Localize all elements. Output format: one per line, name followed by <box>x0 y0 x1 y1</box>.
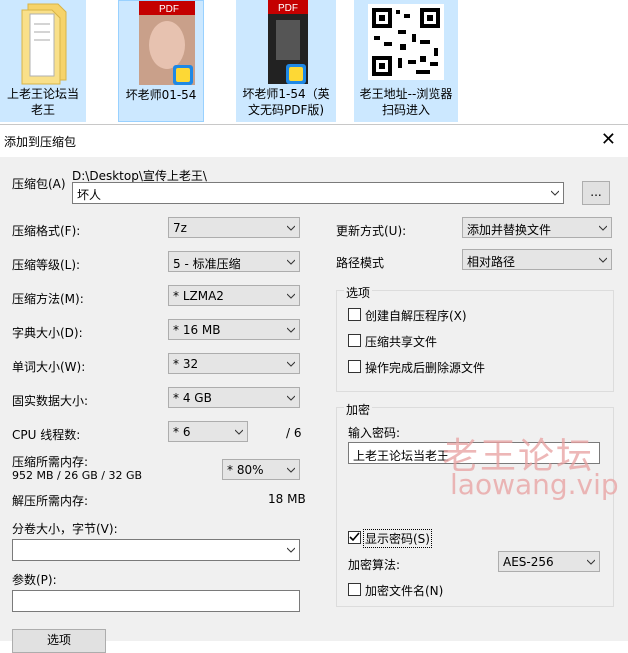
memory-detail: 952 MB / 26 GB / 32 GB <box>12 469 143 482</box>
method-value: * LZMA2 <box>173 289 224 303</box>
dictionary-select[interactable]: * 16 MB <box>168 319 300 340</box>
word-size-select[interactable]: * 32 <box>168 353 300 374</box>
delete-after-checkbox[interactable] <box>348 360 361 373</box>
word-size-value: * 32 <box>173 357 199 371</box>
encrypt-names-label: 加密文件名(N) <box>365 584 444 598</box>
qr-code-icon <box>368 4 444 80</box>
decompress-memory-label: 解压所需内存: <box>12 494 89 508</box>
chevron-down-icon <box>287 361 295 367</box>
memory-label: 压缩所需内存: <box>12 455 89 469</box>
level-select[interactable]: 5 - 标准压缩 <box>168 251 300 272</box>
options-group-title: 选项 <box>344 284 373 301</box>
path-mode-select[interactable]: 相对路径 <box>462 249 612 270</box>
sfx-checkbox[interactable] <box>348 308 361 321</box>
update-mode-value: 添加并替换文件 <box>467 223 552 237</box>
pdf-badge-text: PDF <box>278 3 298 14</box>
cpu-threads-value: * 6 <box>173 425 191 439</box>
chevron-down-icon <box>287 467 295 473</box>
file-icon-qrcode[interactable]: 老王地址--浏览器扫码进入 <box>354 0 458 122</box>
memory-usage-select[interactable]: * 80% <box>222 459 300 480</box>
split-size-label: 分卷大小，字节(V): <box>12 522 118 536</box>
show-password-label: 显示密码(S) <box>363 529 432 548</box>
chevron-down-icon <box>587 559 595 565</box>
update-mode-select[interactable]: 添加并替换文件 <box>462 217 612 238</box>
encryption-method-select[interactable]: AES-256 <box>498 551 600 572</box>
dialog-title: 添加到压缩包 <box>4 135 77 149</box>
shared-files-checkbox[interactable] <box>348 334 361 347</box>
pdf-cover-icon: PDF <box>268 0 308 84</box>
chevron-down-icon <box>235 429 243 435</box>
encrypt-names-checkbox[interactable] <box>348 583 361 596</box>
solid-size-select[interactable]: * 4 GB <box>168 387 300 408</box>
path-mode-label: 路径模式 <box>336 256 385 270</box>
path-mode-value: 相对路径 <box>467 255 516 269</box>
method-label: 压缩方法(M): <box>12 292 84 306</box>
dictionary-label: 字典大小(D): <box>12 326 83 340</box>
parameters-label: 参数(P): <box>12 573 57 587</box>
add-to-archive-dialog: 添加到压缩包 ✕ 压缩包(A) D:\Desktop\宣传上老王\ 坏人 ...… <box>0 124 628 653</box>
split-size-combo[interactable] <box>12 539 300 561</box>
file-label: 坏老师1-54（英文无码PDF版) <box>242 87 330 117</box>
cpu-threads-label: CPU 线程数: <box>12 428 81 442</box>
pdf-cover-icon: PDF <box>139 1 195 85</box>
chevron-down-icon <box>287 293 295 299</box>
archive-label: 压缩包(A) <box>12 177 66 191</box>
cpu-threads-select[interactable]: * 6 <box>168 421 248 442</box>
close-icon[interactable]: ✕ <box>601 129 616 151</box>
solid-size-label: 固实数据大小: <box>12 394 89 408</box>
file-icon-folder-doc[interactable]: 上老王论坛当老王 <box>0 0 86 122</box>
checkmark-icon <box>349 532 360 542</box>
chevron-down-icon <box>287 225 295 231</box>
archive-name-combo[interactable]: 坏人 <box>72 182 564 204</box>
password-label: 输入密码: <box>348 426 401 440</box>
encryption-group-title: 加密 <box>344 401 373 418</box>
chevron-down-icon <box>599 257 607 263</box>
pdf-badge-text: PDF <box>159 4 179 15</box>
sfx-label: 创建自解压程序(X) <box>365 309 467 323</box>
file-label: 上老王论坛当老王 <box>6 87 79 117</box>
chevron-down-icon <box>287 327 295 333</box>
chevron-down-icon <box>287 259 295 265</box>
format-select[interactable]: 7z <box>168 217 300 238</box>
shared-files-label: 压缩共享文件 <box>365 335 438 349</box>
encryption-method-label: 加密算法: <box>348 558 401 572</box>
chevron-down-icon <box>551 190 559 196</box>
file-icon-pdf-1[interactable]: PDF 坏老师01-54 <box>118 0 204 122</box>
cpu-threads-total: / 6 <box>286 426 302 440</box>
browse-button[interactable]: ... <box>582 181 610 205</box>
method-select[interactable]: * LZMA2 <box>168 285 300 306</box>
format-label: 压缩格式(F): <box>12 224 81 238</box>
file-label: 老王地址--浏览器扫码进入 <box>359 87 453 117</box>
chevron-down-icon <box>599 225 607 231</box>
file-label: 坏老师01-54 <box>125 88 197 102</box>
archive-name-value: 坏人 <box>77 188 102 202</box>
file-icon-pdf-2[interactable]: PDF 坏老师1-54（英文无码PDF版) <box>236 0 336 122</box>
encryption-method-value: AES-256 <box>503 555 554 569</box>
parameters-input[interactable] <box>12 590 300 612</box>
chevron-down-icon <box>287 395 295 401</box>
watermark-url: laowang.vip <box>450 468 619 501</box>
show-password-checkbox[interactable] <box>348 531 361 544</box>
solid-size-value: * 4 GB <box>173 391 212 405</box>
word-size-label: 单词大小(W): <box>12 360 86 374</box>
dictionary-value: * 16 MB <box>173 323 221 337</box>
level-value: 5 - 标准压缩 <box>173 257 241 271</box>
format-value: 7z <box>173 221 187 235</box>
options-button[interactable]: 选项 <box>12 629 106 653</box>
level-label: 压缩等级(L): <box>12 258 81 272</box>
chevron-down-icon <box>287 547 295 553</box>
title-bar[interactable]: 添加到压缩包 ✕ <box>0 125 628 157</box>
delete-after-label: 操作完成后删除源文件 <box>365 361 486 375</box>
decompress-memory-value: 18 MB <box>268 492 306 506</box>
update-mode-label: 更新方式(U): <box>336 224 407 238</box>
document-stack-icon <box>21 3 67 85</box>
password-value: 上老王论坛当老王 <box>353 449 450 463</box>
memory-usage-value: * 80% <box>227 463 264 477</box>
desktop-file-strip: 上老王论坛当老王 PDF 坏老师01-54 PDF 坏老师1-54（英文无码PD… <box>0 0 628 124</box>
